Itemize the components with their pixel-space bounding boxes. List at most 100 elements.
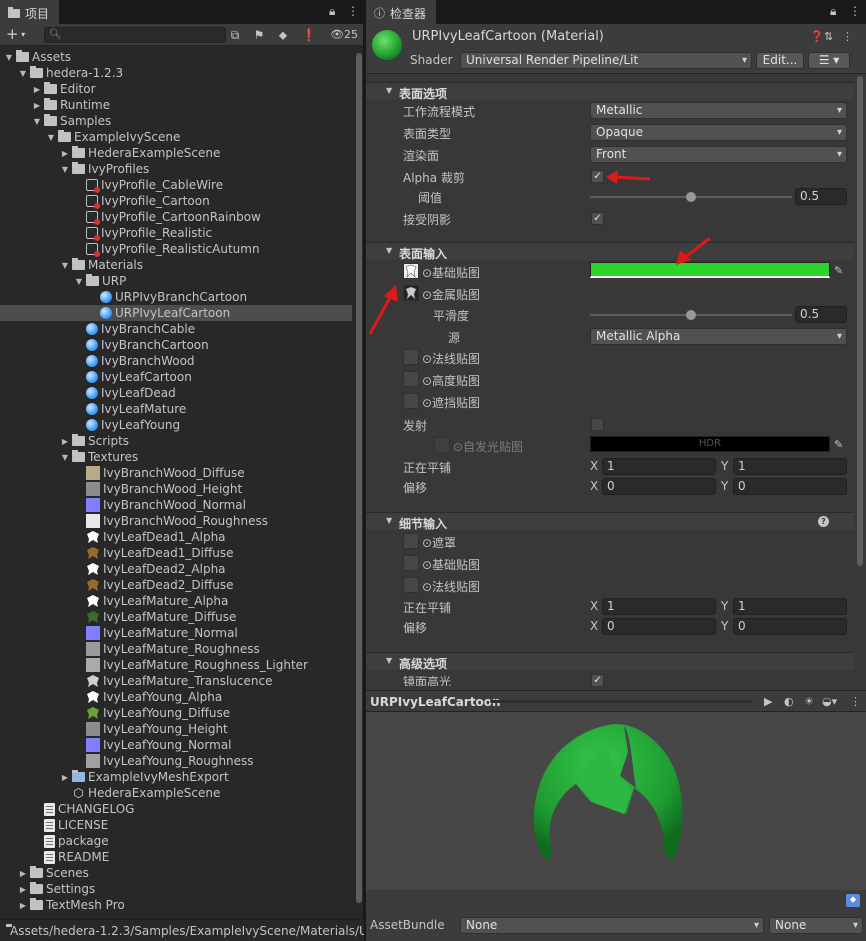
collapsed-arrow-icon[interactable]: ▶ bbox=[60, 773, 70, 782]
collapsed-arrow-icon[interactable]: ▶ bbox=[60, 149, 70, 158]
occlusion-map-slot[interactable] bbox=[403, 393, 419, 409]
lock-icon[interactable]: 🔒︎ bbox=[830, 4, 836, 19]
tree-item[interactable]: IvyProfile_Realistic bbox=[0, 225, 352, 241]
tree-item[interactable]: IvyBranchWood bbox=[0, 353, 352, 369]
tree-item[interactable]: IvyLeafYoung_Diffuse bbox=[0, 705, 352, 721]
tag-icon[interactable]: ⬥ bbox=[274, 26, 292, 44]
kebab-menu-icon[interactable]: ⋮ bbox=[849, 4, 861, 18]
offset-x-field[interactable]: 0 bbox=[602, 478, 716, 495]
inspector-scrollbar[interactable] bbox=[855, 76, 866, 686]
collapsed-arrow-icon[interactable]: ▶ bbox=[32, 85, 42, 94]
tree-item[interactable]: ▶ TextMesh Pro bbox=[0, 897, 352, 913]
lock-icon[interactable]: 🔒︎ bbox=[329, 4, 335, 19]
detail-tiling-y-field[interactable]: 1 bbox=[733, 598, 847, 615]
tree-item[interactable]: IvyLeafYoung_Roughness bbox=[0, 753, 352, 769]
shader-dropdown[interactable]: Universal Render Pipeline/Lit bbox=[460, 52, 752, 69]
mesh-dropdown-icon[interactable]: ◒▾ bbox=[822, 695, 837, 708]
tree-item[interactable]: URPIvyLeafCartoon bbox=[0, 305, 352, 321]
tree-item[interactable]: ▼ IvyProfiles bbox=[0, 161, 352, 177]
inspector-tab[interactable]: ⓘ 检查器 bbox=[366, 0, 437, 24]
detail-inputs-header[interactable]: ▼ 细节输入? bbox=[366, 512, 854, 531]
expanded-arrow-icon[interactable]: ▼ bbox=[18, 69, 28, 78]
detail-normal-map-slot[interactable] bbox=[403, 577, 419, 593]
tree-item[interactable]: IvyLeafYoung_Height bbox=[0, 721, 352, 737]
tree-item[interactable]: IvyLeafYoung_Normal bbox=[0, 737, 352, 753]
tree-item[interactable]: ▼ Samples bbox=[0, 113, 352, 129]
tree-item[interactable]: IvyProfile_RealisticAutumn bbox=[0, 241, 352, 257]
tree-item[interactable]: ▼ Textures bbox=[0, 449, 352, 465]
tree-item[interactable]: ▼ ExampleIvyScene bbox=[0, 129, 352, 145]
tree-item[interactable]: IvyBranchWood_Height bbox=[0, 481, 352, 497]
tree-item[interactable]: IvyBranchCable bbox=[0, 321, 352, 337]
tree-item[interactable]: IvyLeafMature_Roughness bbox=[0, 641, 352, 657]
tree-item[interactable]: ▶ Scenes bbox=[0, 865, 352, 881]
tree-item[interactable]: package bbox=[0, 833, 352, 849]
tree-item[interactable]: ▶ ExampleIvyMeshExport bbox=[0, 769, 352, 785]
tree-item[interactable]: ▼ hedera-1.2.3 bbox=[0, 65, 352, 81]
kebab-menu-icon[interactable]: ⋮ bbox=[842, 30, 853, 43]
tree-item[interactable]: IvyBranchWood_Roughness bbox=[0, 513, 352, 529]
warning-icon[interactable]: ❗ bbox=[300, 26, 318, 44]
detail-mask-slot[interactable] bbox=[403, 533, 419, 549]
tree-item[interactable]: ▶ Scripts bbox=[0, 433, 352, 449]
smoothness-field[interactable]: 0.5 bbox=[795, 306, 847, 323]
tree-item[interactable]: ⬡ HederaExampleScene bbox=[0, 785, 352, 801]
eyedropper-icon[interactable]: ✎ bbox=[834, 438, 843, 451]
surface-options-header[interactable]: ▼ 表面选项 bbox=[366, 82, 854, 101]
kebab-menu-icon[interactable]: ⋮ bbox=[347, 4, 359, 18]
material-preview[interactable] bbox=[366, 712, 866, 890]
tree-item[interactable]: ▶ Editor bbox=[0, 81, 352, 97]
preview-resize-handle[interactable] bbox=[490, 700, 752, 703]
create-button[interactable]: + ▾ bbox=[6, 26, 36, 44]
surface-inputs-header[interactable]: ▼ 表面输入 bbox=[366, 242, 854, 261]
tree-item[interactable]: IvyLeafDead1_Alpha bbox=[0, 529, 352, 545]
project-scrollbar[interactable] bbox=[354, 49, 363, 919]
detail-base-map-slot[interactable] bbox=[403, 555, 419, 571]
help-icon[interactable]: ❓ bbox=[810, 30, 824, 43]
advanced-options-header[interactable]: ▼ 高级选项 bbox=[366, 652, 854, 671]
tree-item[interactable]: CHANGELOG bbox=[0, 801, 352, 817]
filter-by-label-icon[interactable]: ⚑ bbox=[250, 26, 268, 44]
tree-item[interactable]: IvyLeafMature_Roughness_Lighter bbox=[0, 657, 352, 673]
tree-item[interactable]: IvyLeafMature_Translucence bbox=[0, 673, 352, 689]
expanded-arrow-icon[interactable]: ▼ bbox=[60, 453, 70, 462]
alpha-clip-checkbox[interactable]: ✓ bbox=[591, 170, 604, 183]
tree-item[interactable]: IvyBranchWood_Diffuse bbox=[0, 465, 352, 481]
sphere-preview-icon[interactable]: ◐ bbox=[784, 695, 794, 708]
render-face-dropdown[interactable]: Front bbox=[590, 146, 847, 163]
detail-tiling-x-field[interactable]: 1 bbox=[602, 598, 716, 615]
project-tab[interactable]: 项目 bbox=[0, 0, 60, 24]
expanded-arrow-icon[interactable]: ▼ bbox=[60, 165, 70, 174]
scrollbar-thumb[interactable] bbox=[356, 53, 362, 903]
smoothness-slider-knob[interactable] bbox=[686, 310, 696, 320]
collapsed-arrow-icon[interactable]: ▶ bbox=[18, 901, 28, 910]
threshold-slider-knob[interactable] bbox=[686, 192, 696, 202]
light-icon[interactable]: ☀ bbox=[804, 695, 814, 708]
assetbundle-dropdown[interactable]: None bbox=[460, 917, 764, 934]
tree-item[interactable]: IvyLeafMature_Normal bbox=[0, 625, 352, 641]
surface-type-dropdown[interactable]: Opaque bbox=[590, 124, 847, 141]
kebab-menu-icon[interactable]: ⋮ bbox=[850, 695, 861, 708]
tree-item[interactable]: IvyLeafDead bbox=[0, 385, 352, 401]
collapsed-arrow-icon[interactable]: ▶ bbox=[32, 101, 42, 110]
tree-item[interactable]: IvyLeafCartoon bbox=[0, 369, 352, 385]
edit-shader-button[interactable]: Edit... bbox=[756, 52, 804, 69]
receive-shadows-checkbox[interactable]: ✓ bbox=[591, 212, 604, 225]
shader-menu-button[interactable]: ☰ ▾ bbox=[808, 52, 850, 69]
height-map-slot[interactable] bbox=[403, 371, 419, 387]
tree-item[interactable]: LICENSE bbox=[0, 817, 352, 833]
collapsed-arrow-icon[interactable]: ▶ bbox=[18, 885, 28, 894]
tiling-x-field[interactable]: 1 bbox=[602, 458, 716, 475]
normal-map-slot[interactable] bbox=[403, 349, 419, 365]
collapsed-arrow-icon[interactable]: ▶ bbox=[18, 869, 28, 878]
expanded-arrow-icon[interactable]: ▼ bbox=[46, 133, 56, 142]
specular-checkbox[interactable]: ✓ bbox=[591, 674, 604, 686]
tree-item[interactable]: IvyLeafDead2_Diffuse bbox=[0, 577, 352, 593]
workflow-dropdown[interactable]: Metallic bbox=[590, 102, 847, 119]
tree-item[interactable]: IvyProfile_CableWire bbox=[0, 177, 352, 193]
detail-offset-y-field[interactable]: 0 bbox=[733, 618, 847, 635]
expanded-arrow-icon[interactable]: ▼ bbox=[32, 117, 42, 126]
search-input[interactable]: 🔍︎ bbox=[44, 27, 226, 43]
tree-item[interactable]: IvyBranchWood_Normal bbox=[0, 497, 352, 513]
source-dropdown[interactable]: Metallic Alpha bbox=[590, 328, 847, 345]
